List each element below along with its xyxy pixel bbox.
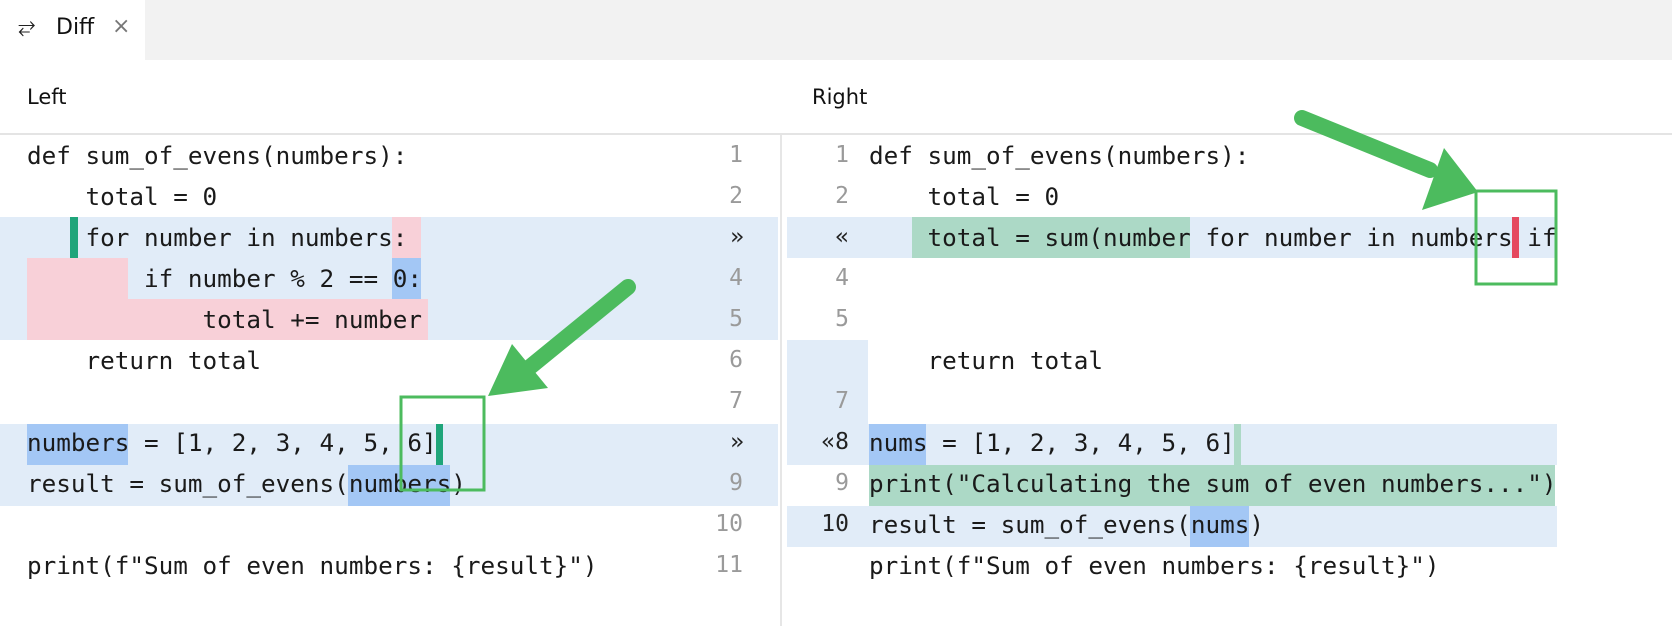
annotations <box>399 110 1558 492</box>
highlight-box-right <box>1474 189 1558 286</box>
annotation-arrow-left <box>488 279 636 396</box>
highlight-box-left <box>399 395 486 492</box>
annotation-arrow-right <box>1294 110 1478 210</box>
